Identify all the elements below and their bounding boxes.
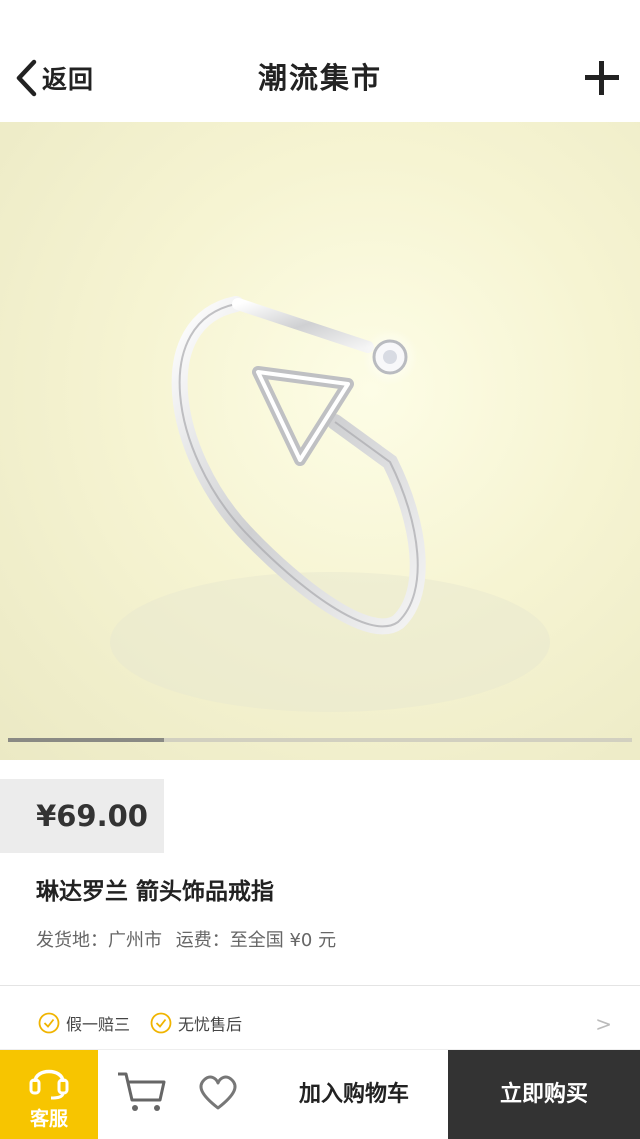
gallery-progress [8, 738, 632, 742]
shipping-fee: 运费：至全国 ¥0 元 [175, 930, 337, 951]
customer-service-button[interactable]: 客服 [0, 1050, 98, 1139]
page-title: 潮流集市 [257, 61, 382, 95]
heart-icon[interactable] [196, 1074, 240, 1116]
check-circle-icon [38, 1012, 60, 1034]
price: ¥69.00 [36, 799, 148, 833]
product-name: 琳达罗兰 箭头饰品戒指 [36, 879, 275, 905]
check-circle-icon [150, 1012, 172, 1034]
top-bar: 返回 潮流集市 [0, 0, 640, 122]
gallery-progress-fill [8, 738, 164, 742]
price-box: ¥69.00 [0, 779, 164, 853]
service-label: 客服 [29, 1108, 68, 1130]
buy-now-button[interactable]: 立即购买 [448, 1050, 640, 1139]
plus-icon[interactable] [582, 58, 622, 98]
back-label: 返回 [42, 65, 95, 94]
divider [0, 985, 640, 986]
guarantee-item: 假一赔三 [38, 1011, 130, 1035]
add-to-cart-button[interactable]: 加入购物车 [262, 1050, 446, 1139]
cart-icon[interactable] [116, 1070, 168, 1118]
guarantee-label: 假一赔三 [66, 1015, 131, 1034]
guarantee-row[interactable]: 假一赔三 无忧售后 [38, 1010, 262, 1036]
guarantee-item: 无忧售后 [150, 1011, 242, 1035]
back-button[interactable]: 返回 [14, 56, 94, 100]
chevron-right-icon[interactable]: > [595, 1012, 612, 1036]
shipping-info: 发货地：广州市 运费：至全国 ¥0 元 [36, 926, 344, 952]
guarantee-label: 无忧售后 [178, 1015, 243, 1034]
headset-icon [29, 1069, 69, 1100]
ring-illustration [110, 296, 550, 712]
product-image[interactable] [0, 122, 640, 760]
bottom-action-bar: 客服 加入购物车 立即购买 [0, 1049, 640, 1139]
ship-origin: 发货地：广州市 [36, 930, 162, 951]
chevron-left-icon [16, 59, 37, 97]
